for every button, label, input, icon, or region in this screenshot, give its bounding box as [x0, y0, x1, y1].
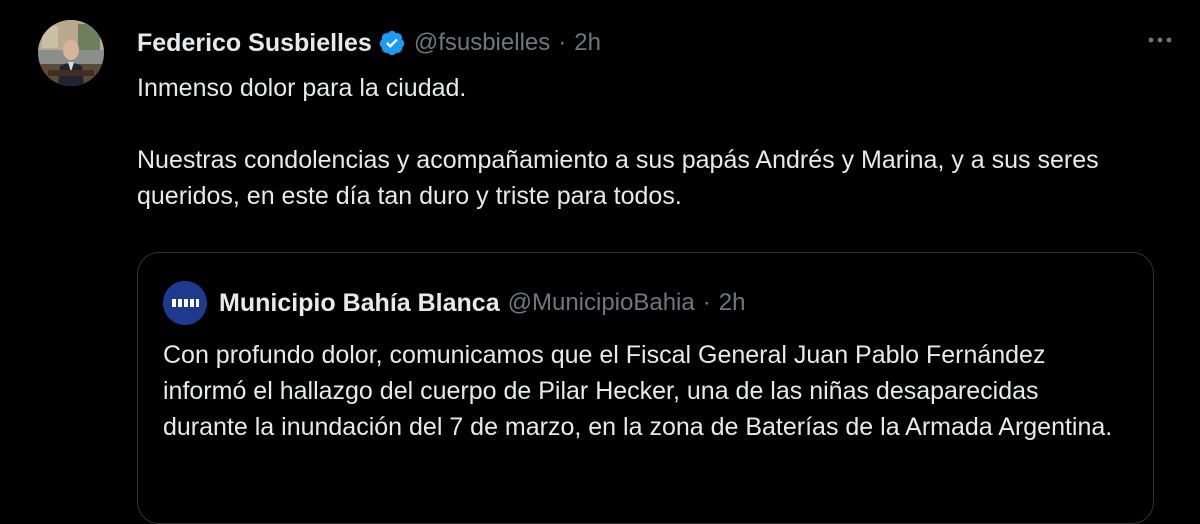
quoted-author-avatar[interactable] — [163, 281, 207, 325]
quoted-tweet-timestamp[interactable]: 2h — [719, 289, 746, 317]
quoted-author-handle[interactable]: @MunicipioBahia — [508, 289, 695, 317]
more-options-icon[interactable] — [1142, 22, 1178, 58]
verified-badge-icon — [378, 29, 406, 57]
author-handle[interactable]: @fsusbielles — [414, 29, 550, 57]
quoted-tweet[interactable]: Municipio Bahía Blanca @MunicipioBahia ·… — [137, 252, 1154, 524]
tweet-header: Federico Susbielles @fsusbielles · 2h — [137, 26, 601, 60]
municipio-logo-icon — [163, 281, 207, 325]
quoted-tweet-body: Con profundo dolor, comunicamos que el F… — [163, 341, 1113, 441]
quoted-tweet-header: Municipio Bahía Blanca @MunicipioBahia ·… — [163, 281, 745, 325]
tweet[interactable]: Federico Susbielles @fsusbielles · 2h In… — [0, 0, 1200, 524]
quoted-author-name[interactable]: Municipio Bahía Blanca — [219, 289, 500, 318]
quoted-separator-dot: · — [702, 289, 711, 316]
separator-dot: · — [558, 29, 567, 56]
tweet-body-line-1: Inmenso dolor para la ciudad. — [137, 74, 467, 102]
tweet-body-line-2: Nuestras condolencias y acompañamiento a… — [137, 146, 1099, 210]
tweet-body: Inmenso dolor para la ciudad. Nuestras c… — [137, 70, 1167, 214]
author-avatar[interactable] — [38, 20, 104, 86]
author-name[interactable]: Federico Susbielles — [137, 29, 372, 58]
tweet-timestamp[interactable]: 2h — [574, 29, 601, 57]
avatar-photo — [38, 20, 104, 86]
